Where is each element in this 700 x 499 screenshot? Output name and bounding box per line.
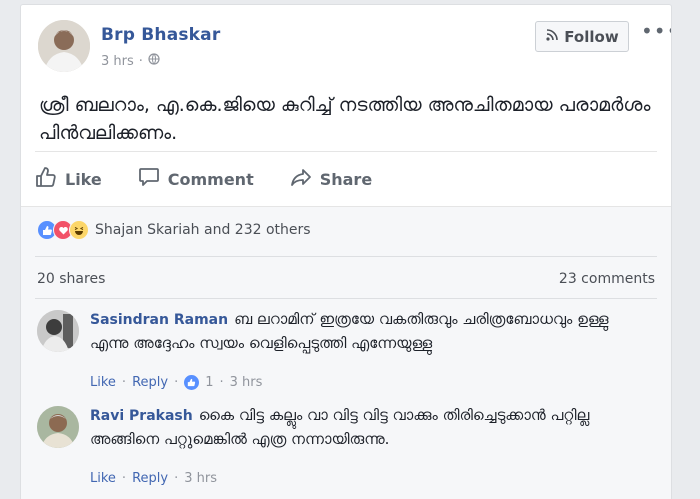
comments-count[interactable]: 23 comments xyxy=(559,271,655,287)
shares-count[interactable]: 20 shares xyxy=(37,271,105,287)
commenter-name[interactable]: Sasindran Raman xyxy=(90,312,228,328)
author-avatar[interactable] xyxy=(38,20,90,72)
comment-reply-link[interactable]: Reply xyxy=(132,375,168,390)
comment-like-link[interactable]: Like xyxy=(90,375,116,390)
comment-like-link[interactable]: Like xyxy=(90,471,116,486)
follow-label: Follow xyxy=(564,27,619,46)
like-icon[interactable] xyxy=(184,375,200,390)
dot-separator: · xyxy=(138,53,143,69)
rss-icon xyxy=(545,28,559,46)
like-label: Like xyxy=(65,169,102,189)
feedback-section: Shajan Skariah and 232 others 20 shares … xyxy=(21,206,671,499)
comment-body: Ravi Prakash കൈ വിട്ട കല്ലും വാ വിട്ട വിട… xyxy=(90,404,650,452)
comment-actions: Like · Reply · 1 · 3 hrs xyxy=(90,375,262,390)
comment-actions: Like · Reply · 3 hrs xyxy=(90,471,217,486)
commenter-avatar[interactable] xyxy=(37,406,79,448)
dot-separator: · xyxy=(174,375,179,390)
dot-separator: · xyxy=(219,375,224,390)
share-button[interactable]: Share xyxy=(290,166,372,192)
comment-item: Ravi Prakash കൈ വിട്ട കല്ലും വാ വിട്ട വിട… xyxy=(37,404,657,496)
comment-time[interactable]: 3 hrs xyxy=(230,375,263,390)
like-button[interactable]: Like xyxy=(35,166,102,192)
post-meta: 3 hrs · xyxy=(101,53,160,69)
comment-reaction-count[interactable]: 1 xyxy=(205,375,213,390)
comment-item: Sasindran Raman ബ ലറാമിന് ഇത്രയേ വകതിരുവു… xyxy=(37,308,657,404)
divider xyxy=(35,151,657,152)
post-time[interactable]: 3 hrs xyxy=(101,54,134,69)
dot-separator: · xyxy=(174,471,179,486)
post-card: Brp Bhaskar 3 hrs · Follow ••• ശ്രീ ബലറാ… xyxy=(20,4,672,499)
comment-reply-link[interactable]: Reply xyxy=(132,471,168,486)
reactions-text[interactable]: Shajan Skariah and 232 others xyxy=(95,222,311,238)
comment-time[interactable]: 3 hrs xyxy=(184,471,217,486)
follow-button[interactable]: Follow xyxy=(535,21,629,52)
dot-separator: · xyxy=(121,471,127,486)
haha-icon xyxy=(69,220,89,240)
globe-icon[interactable] xyxy=(148,53,160,69)
commenter-avatar[interactable] xyxy=(37,310,79,352)
commenter-name[interactable]: Ravi Prakash xyxy=(90,408,193,424)
post-text: ശ്രീ ബലറാം, എ.കെ.ജിയെ കുറിച്ച് നടത്തിയ അ… xyxy=(39,94,651,144)
divider xyxy=(35,298,657,299)
more-options-icon[interactable]: ••• xyxy=(641,19,671,43)
comment-body: Sasindran Raman ബ ലറാമിന് ഇത്രയേ വകതിരുവു… xyxy=(90,308,650,356)
speech-bubble-icon xyxy=(138,166,160,192)
comment-button[interactable]: Comment xyxy=(138,166,254,192)
share-label: Share xyxy=(319,169,373,189)
dot-separator: · xyxy=(121,375,127,390)
thumbs-up-icon xyxy=(35,166,57,192)
comment-label: Comment xyxy=(167,169,254,189)
author-name[interactable]: Brp Bhaskar xyxy=(101,25,220,45)
share-arrow-icon xyxy=(290,166,312,192)
post-actions: Like Comment Share xyxy=(35,162,408,196)
divider xyxy=(35,256,657,257)
reactions-summary[interactable]: Shajan Skariah and 232 others xyxy=(37,220,311,240)
